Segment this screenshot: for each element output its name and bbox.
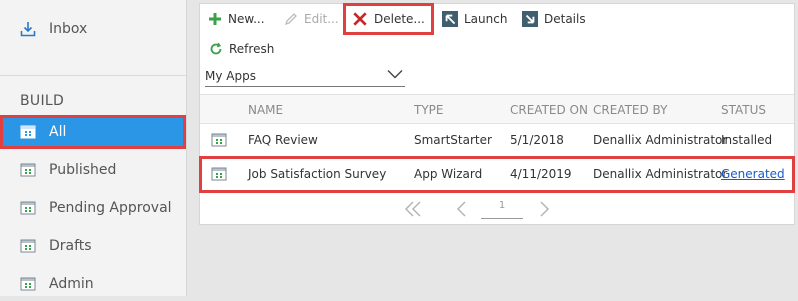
sidebar-item-label: Admin [49, 276, 94, 292]
x-icon [353, 12, 367, 26]
page-number-input[interactable]: 1 [481, 200, 523, 219]
cell-status: Installed [721, 133, 773, 147]
section-title-build: BUILD [20, 93, 65, 109]
table-row[interactable]: FAQ Review SmartStarter 5/1/2018 Denalli… [200, 123, 794, 158]
column-header-created-by[interactable]: CREATED BY [593, 103, 667, 117]
sidebar-divider [0, 75, 186, 76]
cell-type: SmartStarter [414, 133, 492, 147]
cell-type: App Wizard [414, 167, 483, 181]
app-window-icon [20, 239, 36, 253]
sidebar-item-label: Inbox [49, 21, 88, 37]
app-window-icon [20, 277, 36, 291]
column-header-created-on[interactable]: CREATED ON [510, 103, 588, 117]
details-button[interactable]: Details [522, 8, 586, 30]
edit-button[interactable]: Edit... [284, 8, 339, 30]
sidebar-item-label: All [49, 124, 67, 140]
column-header-status[interactable]: STATUS [721, 103, 766, 117]
refresh-icon [210, 42, 222, 55]
refresh-button[interactable]: Refresh [209, 38, 274, 60]
delete-label: Delete... [374, 12, 425, 26]
cell-created-by: Denallix Administrator [593, 133, 728, 147]
table-row[interactable]: Job Satisfaction Survey App Wizard 4/11/… [199, 156, 795, 193]
new-button[interactable]: New... [208, 8, 265, 30]
cell-created-on: 4/11/2019 [510, 167, 572, 181]
download-tray-icon [20, 22, 36, 37]
new-label: New... [228, 12, 265, 26]
plus-icon [209, 13, 221, 25]
apps-filter-value: My Apps [205, 69, 256, 83]
sidebar-item-all[interactable]: All [0, 115, 186, 149]
chevron-right-icon[interactable] [534, 199, 554, 219]
cell-name: Job Satisfaction Survey [248, 167, 387, 181]
launch-label: Launch [464, 12, 508, 26]
arrow-down-right-icon [522, 11, 538, 27]
app-window-icon [20, 201, 36, 215]
chevron-down-icon [387, 70, 403, 79]
pager: 1 [200, 197, 794, 221]
edit-label: Edit... [304, 12, 339, 26]
sidebar-item-published[interactable]: Published [0, 153, 186, 187]
details-label: Details [544, 12, 586, 26]
pencil-icon [284, 13, 297, 26]
sidebar: Inbox BUILD All Published Pending Approv… [0, 0, 187, 296]
column-header-name[interactable]: NAME [248, 103, 283, 117]
app-window-icon [20, 125, 36, 139]
cell-created-by: Denallix Administrator [593, 167, 728, 181]
apps-panel: New... Edit... Delete... Launch Details [199, 3, 795, 225]
status-link-generated[interactable]: Generated [721, 167, 785, 181]
arrow-up-left-icon [442, 11, 458, 27]
sidebar-item-label: Pending Approval [49, 200, 172, 216]
sidebar-item-label: Published [49, 162, 117, 178]
delete-button[interactable]: Delete... [343, 3, 434, 35]
apps-filter-select[interactable]: My Apps [205, 66, 405, 87]
column-header-type[interactable]: TYPE [414, 103, 443, 117]
app-window-icon [211, 167, 227, 181]
refresh-label: Refresh [229, 42, 275, 56]
chevron-left-icon[interactable] [452, 199, 472, 219]
sidebar-item-label: Drafts [49, 238, 92, 254]
launch-button[interactable]: Launch [442, 8, 507, 30]
sidebar-item-inbox[interactable]: Inbox [0, 12, 186, 46]
table-header: NAME TYPE CREATED ON CREATED BY STATUS [200, 94, 794, 124]
app-window-icon [20, 163, 36, 177]
double-chevron-left-icon[interactable] [403, 199, 423, 219]
sidebar-item-drafts[interactable]: Drafts [0, 229, 186, 263]
cell-name: FAQ Review [248, 133, 318, 147]
app-window-icon [211, 133, 227, 147]
cell-created-on: 5/1/2018 [510, 133, 564, 147]
sidebar-item-pending-approval[interactable]: Pending Approval [0, 191, 186, 225]
